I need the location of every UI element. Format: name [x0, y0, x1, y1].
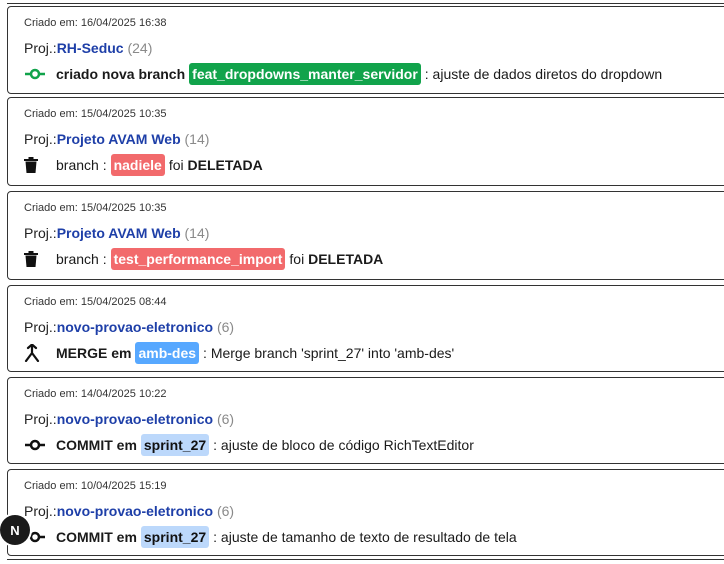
description: : ajuste de tamanho de texto de resultad…	[213, 529, 517, 545]
project-link[interactable]: novo-provao-eletronico	[57, 411, 213, 427]
project-line: Proj.:Projeto AVAM Web (14)	[24, 225, 209, 241]
activity-line: COMMIT em sprint_27 : ajuste de bloco de…	[24, 433, 474, 457]
project-line: Proj.:Projeto AVAM Web (14)	[24, 131, 209, 147]
project-link[interactable]: Projeto AVAM Web	[57, 225, 181, 241]
project-prefix: Proj.:	[24, 225, 57, 241]
activity-line: COMMIT em sprint_27 : ajuste de tamanho …	[24, 525, 517, 549]
action-text: branch :	[56, 251, 107, 267]
created-date: Criado em: 10/04/2025 15:19	[24, 480, 167, 492]
activity-card: Criado em: 15/04/2025 10:35 Proj.:Projet…	[7, 97, 724, 186]
project-prefix: Proj.:	[24, 503, 57, 519]
deleted-label: DELETADA	[187, 157, 263, 173]
project-count: (6)	[216, 319, 235, 335]
action-text: criado nova branch	[56, 66, 186, 82]
branch-tag[interactable]: feat_dropdowns_manter_servidor	[189, 63, 421, 85]
merge-icon	[24, 343, 48, 363]
activity-line: branch : test_performance_import foi DEL…	[24, 247, 383, 271]
activity-card: Criado em: 15/04/2025 10:35 Proj.:Projet…	[7, 191, 724, 280]
branch-tag[interactable]: amb-des	[135, 342, 200, 364]
branch-icon	[24, 64, 48, 84]
project-link[interactable]: Projeto AVAM Web	[57, 131, 181, 147]
created-date: Criado em: 15/04/2025 08:44	[24, 296, 167, 308]
activity-card: Criado em: 10/04/2025 15:19 Proj.:novo-p…	[7, 469, 724, 556]
project-line: Proj.:RH-Seduc (24)	[24, 40, 152, 56]
project-count: (6)	[216, 503, 235, 519]
project-link[interactable]: novo-provao-eletronico	[57, 503, 213, 519]
activity-card: Criado em: 16/04/2025 16:38 Proj.:RH-Sed…	[7, 6, 724, 94]
activity-line: MERGE em amb-des : Merge branch 'sprint_…	[24, 341, 454, 365]
project-line: Proj.:novo-provao-eletronico (6)	[24, 319, 234, 335]
deleted-label: DELETADA	[308, 251, 384, 267]
project-line: Proj.:novo-provao-eletronico (6)	[24, 503, 234, 519]
action-text: branch :	[56, 157, 107, 173]
project-prefix: Proj.:	[24, 319, 57, 335]
created-date: Criado em: 16/04/2025 16:38	[24, 17, 167, 29]
created-date: Criado em: 15/04/2025 10:35	[24, 202, 167, 214]
branch-tag[interactable]: nadiele	[110, 154, 165, 176]
project-count: (6)	[216, 411, 235, 427]
next-card-edge	[7, 559, 724, 564]
action-text: COMMIT em	[56, 529, 137, 545]
description-plain: foi	[168, 157, 184, 173]
description: : Merge branch 'sprint_27' into 'amb-des…	[203, 345, 455, 361]
branch-tag[interactable]: sprint_27	[140, 526, 210, 548]
project-prefix: Proj.:	[24, 131, 57, 147]
project-link[interactable]: RH-Seduc	[57, 40, 124, 56]
activity-line: branch : nadiele foi DELETADA	[24, 153, 263, 177]
trash-icon	[24, 249, 48, 269]
branch-tag[interactable]: sprint_27	[140, 434, 210, 456]
description: : ajuste de bloco de código RichTextEdit…	[213, 437, 474, 453]
project-link[interactable]: novo-provao-eletronico	[57, 319, 213, 335]
commit-icon	[24, 435, 48, 455]
description: : ajuste de dados diretos do dropdown	[424, 66, 663, 82]
created-date: Criado em: 14/04/2025 10:22	[24, 388, 167, 400]
project-line: Proj.:novo-provao-eletronico (6)	[24, 411, 234, 427]
activity-line: criado nova branch feat_dropdowns_manter…	[24, 62, 662, 86]
created-date: Criado em: 15/04/2025 10:35	[24, 108, 167, 120]
action-text: COMMIT em	[56, 437, 137, 453]
trash-icon	[24, 155, 48, 175]
activity-card: Criado em: 14/04/2025 10:22 Proj.:novo-p…	[7, 377, 724, 464]
project-count: (24)	[127, 40, 153, 56]
project-prefix: Proj.:	[24, 40, 57, 56]
description-plain: foi	[289, 251, 305, 267]
branch-tag[interactable]: test_performance_import	[110, 248, 286, 270]
project-count: (14)	[184, 225, 210, 241]
previous-card-edge	[7, 0, 724, 4]
action-text: MERGE em	[56, 345, 132, 361]
project-count: (14)	[184, 131, 210, 147]
user-avatar[interactable]: N	[0, 515, 30, 545]
project-prefix: Proj.:	[24, 411, 57, 427]
activity-card: Criado em: 15/04/2025 08:44 Proj.:novo-p…	[7, 285, 724, 372]
